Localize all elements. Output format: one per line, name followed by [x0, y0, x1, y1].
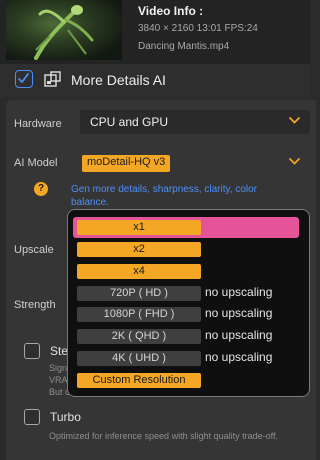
- option-720p-note: no upscaling: [205, 285, 273, 299]
- stable-title: Ste: [50, 344, 69, 358]
- ai-model-value: moDetail-HQ v3: [82, 155, 171, 172]
- compare-view-icon[interactable]: [44, 71, 62, 88]
- checkmark-icon: [18, 73, 29, 83]
- ai-model-label: AI Model: [14, 157, 58, 169]
- hardware-select[interactable]: CPU and GPU: [80, 110, 310, 134]
- option-4k[interactable]: 4K ( UHD ): [77, 351, 201, 366]
- ai-model-select[interactable]: moDetail-HQ v3: [80, 152, 310, 176]
- option-2k-note: no upscaling: [205, 328, 273, 342]
- video-metadata: 3840 × 2160 13:01 FPS:24: [138, 23, 258, 34]
- option-custom-resolution[interactable]: Custom Resolution: [77, 373, 201, 388]
- stable-desc-line: Sign: [49, 363, 68, 373]
- video-thumbnail[interactable]: [6, 0, 122, 60]
- video-filename: Dancing Mantis.mp4: [138, 41, 230, 52]
- upscale-label: Upscale: [14, 244, 54, 256]
- chevron-down-icon: [289, 158, 300, 165]
- help-icon[interactable]: ?: [34, 182, 48, 196]
- hardware-value: CPU and GPU: [90, 115, 169, 129]
- strength-label: Strength: [14, 299, 56, 311]
- option-x2[interactable]: x2: [77, 242, 201, 257]
- hardware-label: Hardware: [14, 118, 62, 130]
- chevron-down-icon: [289, 117, 300, 124]
- ai-model-description: Gen more details, sharpness, clarity, co…: [71, 184, 258, 208]
- video-info-header: Video Info : 3840 × 2160 13:01 FPS:24 Da…: [0, 0, 310, 64]
- option-2k[interactable]: 2K ( QHD ): [77, 329, 201, 344]
- turbo-checkbox[interactable]: [24, 409, 40, 425]
- stable-checkbox[interactable]: [24, 343, 40, 359]
- option-x1[interactable]: x1: [77, 220, 201, 235]
- option-4k-note: no upscaling: [205, 350, 273, 364]
- mantis-image: [34, 5, 94, 60]
- upscale-dropdown: x1 x2 x4 720P ( HD ) no upscaling 1080P …: [67, 209, 310, 397]
- turbo-title: Turbo: [50, 410, 81, 424]
- more-details-checkbox[interactable]: [15, 70, 33, 88]
- more-details-row: More Details AI: [0, 64, 310, 97]
- option-720p[interactable]: 720P ( HD ): [77, 286, 201, 301]
- video-info-title: Video Info :: [138, 4, 204, 18]
- turbo-description: Optimized for inference speed with sligh…: [49, 431, 278, 441]
- option-x4[interactable]: x4: [77, 264, 201, 279]
- option-1080p-note: no upscaling: [205, 306, 273, 320]
- more-details-label: More Details AI: [71, 72, 166, 88]
- stable-desc-line: VRA: [49, 375, 68, 385]
- option-1080p[interactable]: 1080P ( FHD ): [77, 307, 201, 322]
